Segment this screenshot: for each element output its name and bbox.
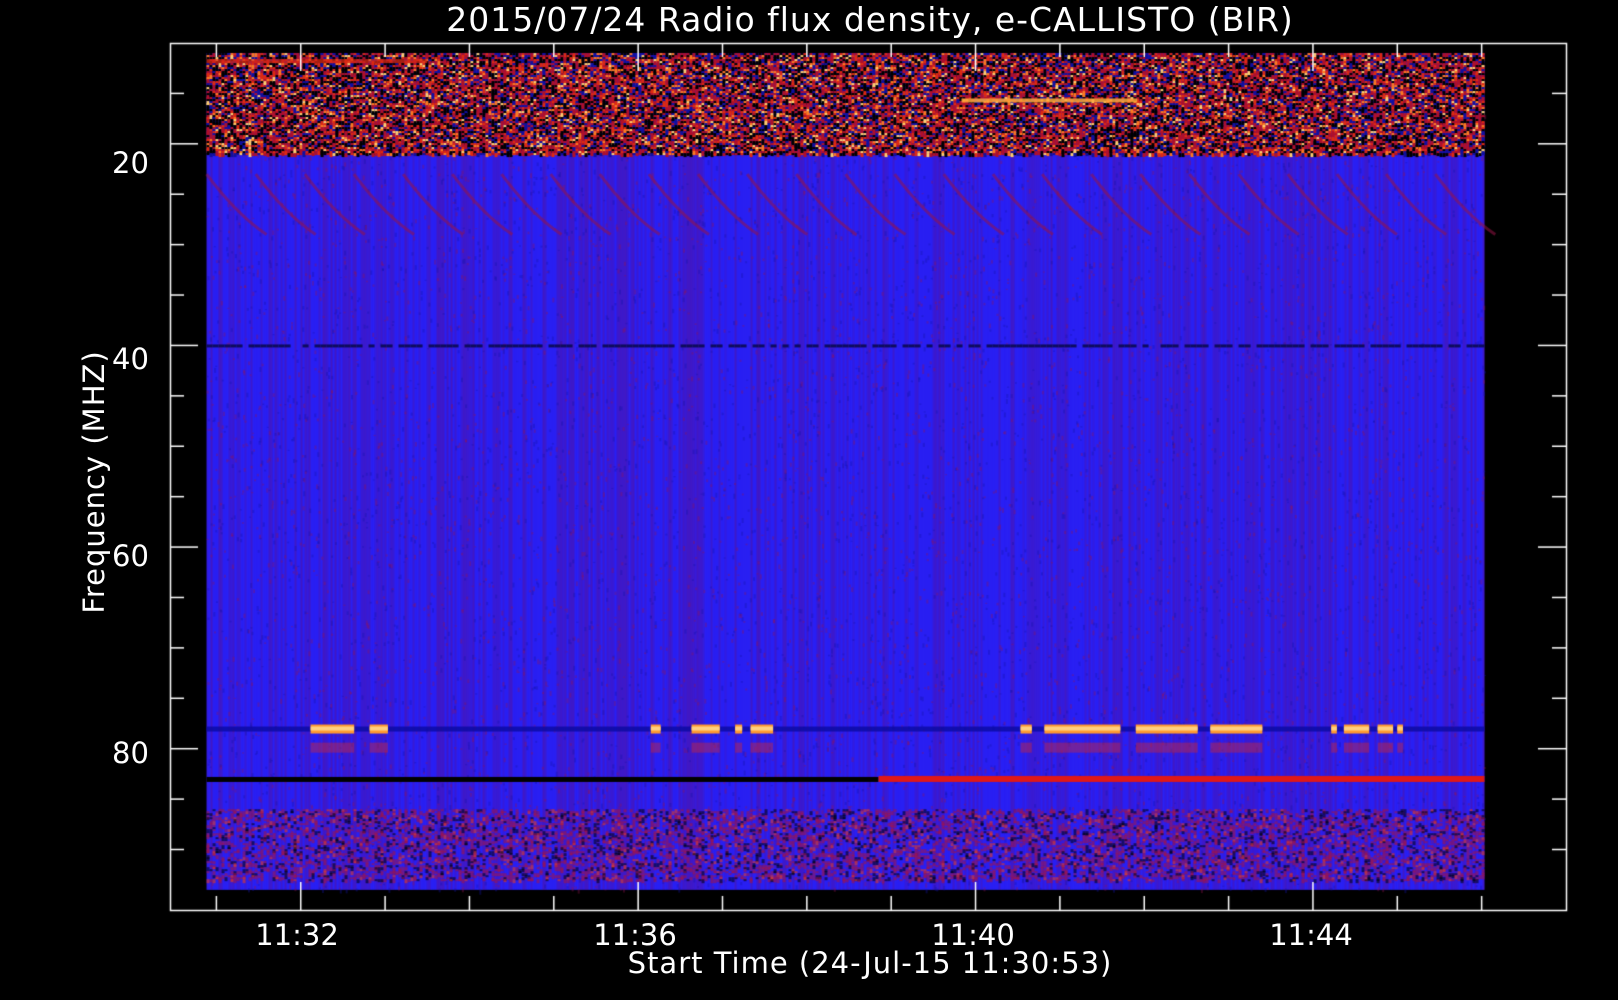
x-tick-label: 11:40	[931, 918, 1015, 952]
x-tick-label: 11:36	[593, 918, 677, 952]
chart-title: 2015/07/24 Radio flux density, e-CALLIST…	[446, 0, 1294, 39]
x-axis-label: Start Time (24-Jul-15 11:30:53)	[627, 946, 1113, 980]
y-tick-label: 40	[112, 342, 149, 376]
y-tick-label: 20	[112, 146, 149, 180]
y-tick-label: 80	[112, 736, 149, 770]
spectrogram-plot	[0, 0, 1618, 1000]
x-tick-label: 11:32	[255, 918, 339, 952]
x-tick-label: 11:44	[1269, 918, 1353, 952]
y-axis-label: Frequency (MHZ)	[77, 350, 111, 614]
y-tick-label: 60	[112, 539, 149, 573]
